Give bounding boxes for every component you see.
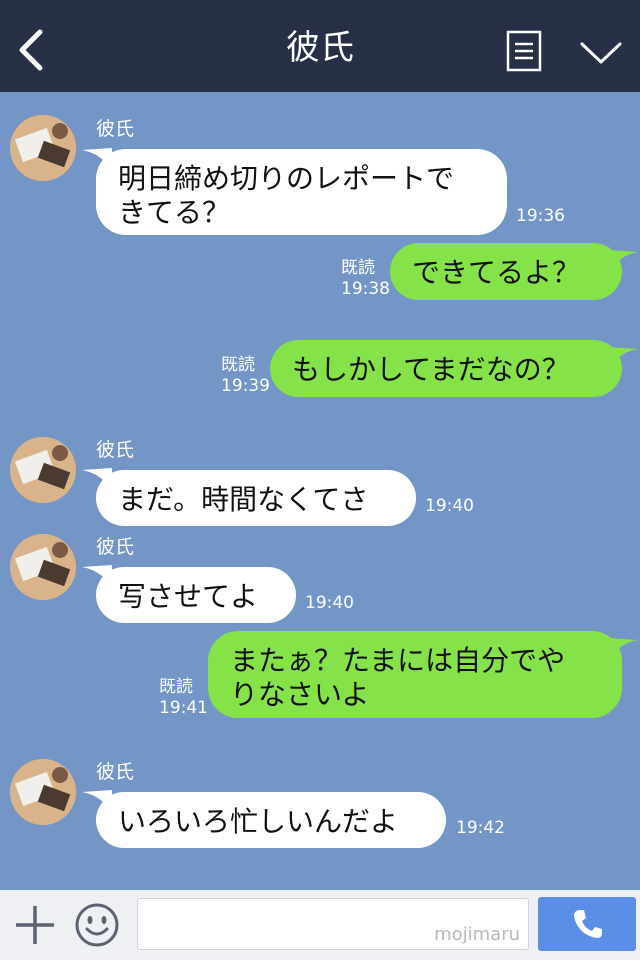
read-receipt: 既読	[221, 355, 255, 375]
chat-title: 彼氏	[286, 28, 354, 68]
message-text-line: またぁ？たまには自分でや	[230, 644, 566, 677]
avatar[interactable]	[10, 437, 76, 503]
avatar[interactable]	[10, 115, 76, 181]
sender-name: 彼氏	[96, 761, 135, 783]
message-text: できてるよ？	[412, 256, 581, 289]
message-bubble[interactable]: できてるよ？	[390, 243, 622, 300]
bubble-tail	[608, 347, 638, 369]
message-input[interactable]: mojimaru	[137, 898, 529, 950]
avatar[interactable]	[10, 759, 76, 825]
bubble-tail	[608, 250, 638, 272]
watermark-text: mojimaru	[434, 924, 520, 945]
message-time: 19:40	[425, 496, 474, 516]
message-time: 19:38	[341, 279, 390, 299]
bubble-tail	[608, 638, 638, 660]
sender-name: 彼氏	[96, 536, 135, 558]
read-receipt: 既読	[159, 677, 193, 697]
chevron-down-icon[interactable]	[578, 38, 624, 68]
message-time: 19:36	[516, 206, 565, 226]
message-bubble[interactable]: またぁ？たまには自分でや りなさいよ	[208, 631, 622, 718]
plus-icon[interactable]	[14, 904, 56, 946]
message-meta: 既読 19:41	[159, 677, 208, 719]
message-bubble[interactable]: いろいろ忙しいんだよ	[96, 792, 446, 848]
message-text: まだ。時間なくてさ	[118, 483, 369, 516]
message-time: 19:39	[221, 376, 270, 396]
message-bubble[interactable]: まだ。時間なくてさ	[96, 470, 416, 526]
message-text: もしかしてまだなの？	[292, 353, 570, 386]
smiley-icon[interactable]	[74, 902, 120, 948]
message-meta: 既読 19:39	[221, 355, 270, 397]
sender-name: 彼氏	[96, 118, 135, 140]
sender-name: 彼氏	[96, 439, 135, 461]
message-bubble[interactable]: 明日締め切りのレポートで きてる？	[96, 149, 507, 235]
message-bubble[interactable]: 写させてよ	[96, 567, 296, 623]
message-composer: mojimaru	[0, 890, 640, 960]
chat-area[interactable]: 彼氏 明日締め切りのレポートで きてる？ 19:36 既読 19:38 できてる…	[0, 92, 640, 890]
message-time: 19:41	[159, 698, 208, 718]
message-bubble[interactable]: もしかしてまだなの？	[270, 340, 622, 397]
phone-icon	[574, 910, 602, 938]
header-bar: 彼氏	[0, 0, 640, 92]
avatar-photo-icon	[10, 115, 76, 181]
list-icon[interactable]	[506, 30, 542, 72]
avatar[interactable]	[10, 534, 76, 600]
avatar-photo-icon	[10, 534, 76, 600]
call-button[interactable]	[538, 897, 636, 951]
avatar-photo-icon	[10, 759, 76, 825]
message-text: いろいろ忙しいんだよ	[118, 805, 399, 838]
message-time: 19:40	[305, 593, 354, 613]
message-text: 写させてよ	[118, 580, 259, 613]
message-text-line: 明日締め切りのレポートで	[118, 162, 455, 195]
avatar-photo-icon	[10, 437, 76, 503]
message-time: 19:42	[456, 818, 505, 838]
message-meta: 既読 19:38	[341, 258, 390, 300]
message-text-line: りなさいよ	[230, 678, 370, 711]
read-receipt: 既読	[341, 258, 375, 278]
message-text-line: きてる？	[118, 196, 231, 229]
